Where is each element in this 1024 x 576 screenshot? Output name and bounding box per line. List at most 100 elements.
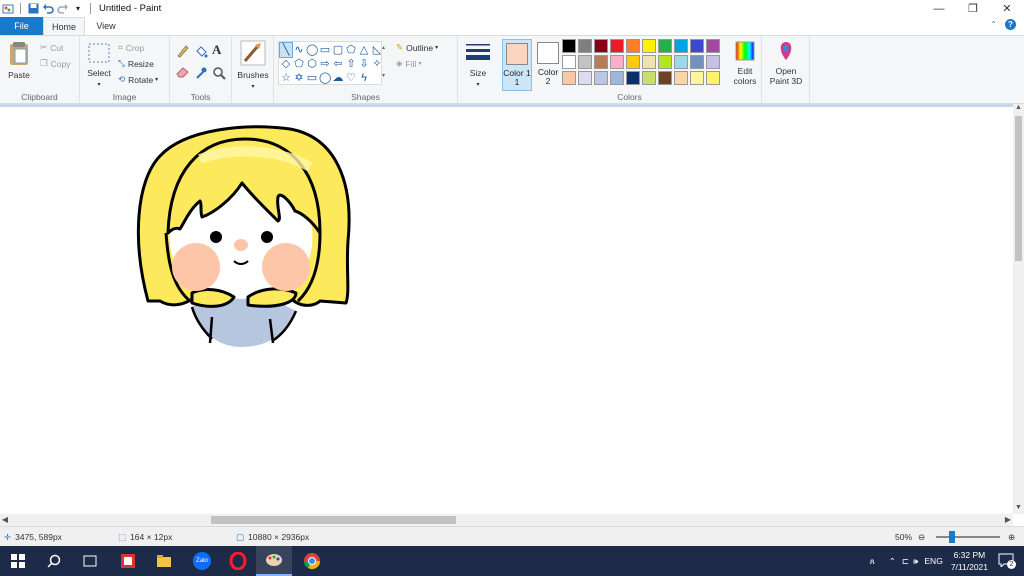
edit-colors-button[interactable]: Edit colors: [728, 40, 762, 86]
palette-color-28[interactable]: [690, 71, 704, 85]
palette-color-4[interactable]: [626, 39, 640, 53]
cloud-callout-shape[interactable]: ☁: [332, 71, 344, 85]
color1-button[interactable]: Color 1 1: [502, 39, 532, 91]
palette-color-20[interactable]: [562, 71, 576, 85]
six-point-star-shape[interactable]: ✡: [293, 71, 305, 85]
palette-color-3[interactable]: [610, 39, 624, 53]
volume-icon[interactable]: 🕪: [913, 556, 918, 567]
palette-color-22[interactable]: [594, 71, 608, 85]
collapse-ribbon-icon[interactable]: ⌃: [990, 20, 997, 29]
palette-color-14[interactable]: [626, 55, 640, 69]
palette-color-9[interactable]: [706, 39, 720, 53]
four-point-star-shape[interactable]: ✧: [371, 57, 383, 71]
palette-color-5[interactable]: [642, 39, 656, 53]
restore-button[interactable]: ❐: [956, 0, 990, 17]
zoom-slider-thumb[interactable]: [949, 531, 955, 543]
hexagon-shape[interactable]: ⬡: [306, 57, 318, 71]
tab-view[interactable]: View: [88, 17, 124, 35]
search-button[interactable]: [36, 546, 72, 576]
oval-callout-shape[interactable]: ◯: [319, 71, 331, 85]
network-icon[interactable]: ⊏: [902, 556, 909, 567]
palette-color-18[interactable]: [690, 55, 704, 69]
down-arrow-shape[interactable]: ⇩: [358, 57, 370, 71]
zoom-slider[interactable]: [936, 536, 1000, 538]
left-arrow-shape[interactable]: ⇦: [332, 57, 344, 71]
input-language[interactable]: ENG: [924, 556, 942, 566]
palette-color-13[interactable]: [610, 55, 624, 69]
copy-button[interactable]: ❐ Copy: [40, 58, 70, 69]
triangle-shape[interactable]: △: [358, 43, 370, 57]
palette-color-1[interactable]: [578, 39, 592, 53]
people-icon[interactable]: ጸ: [870, 556, 875, 567]
magnifier-tool[interactable]: [212, 66, 226, 80]
vertical-scroll-thumb[interactable]: [1015, 116, 1022, 261]
palette-color-11[interactable]: [578, 55, 592, 69]
zoom-out-button[interactable]: ⊖: [918, 527, 925, 547]
pencil-tool[interactable]: [176, 44, 190, 58]
help-icon[interactable]: ?: [1005, 19, 1016, 30]
fill-tool[interactable]: [194, 44, 208, 58]
customize-toolbar-icon[interactable]: ▾: [72, 3, 84, 15]
palette-color-10[interactable]: [562, 55, 576, 69]
taskbar-app-opera[interactable]: [220, 546, 256, 576]
eraser-tool[interactable]: [176, 66, 190, 78]
canvas-drawing-girl[interactable]: [130, 121, 360, 361]
start-button[interactable]: [0, 546, 36, 576]
palette-color-21[interactable]: [578, 71, 592, 85]
color2-button[interactable]: Color 2: [533, 39, 563, 91]
tab-file[interactable]: File: [0, 17, 43, 35]
redo-icon[interactable]: [57, 3, 69, 15]
taskbar-app-zalo[interactable]: Zalo: [184, 546, 220, 576]
resize-button[interactable]: ⤡ Resize: [118, 58, 154, 69]
fill-button[interactable]: ◈ Fill ▾: [396, 58, 421, 69]
palette-color-0[interactable]: [562, 39, 576, 53]
rounded-callout-shape[interactable]: ▭: [306, 71, 318, 85]
heart-shape[interactable]: ♡: [345, 71, 357, 85]
palette-color-6[interactable]: [658, 39, 672, 53]
palette-color-16[interactable]: [658, 55, 672, 69]
pentagon-shape[interactable]: ⬠: [293, 57, 305, 71]
horizontal-scrollbar[interactable]: ◀ ▶: [0, 514, 1013, 526]
palette-color-12[interactable]: [594, 55, 608, 69]
canvas-workspace[interactable]: [0, 104, 1013, 514]
oval-shape[interactable]: ◯: [306, 43, 318, 57]
paint-app-icon[interactable]: [2, 3, 14, 15]
text-tool[interactable]: A: [212, 42, 221, 58]
cut-button[interactable]: ✂ Cut: [40, 42, 63, 53]
palette-color-29[interactable]: [706, 71, 720, 85]
palette-color-27[interactable]: [674, 71, 688, 85]
color-picker-tool[interactable]: [194, 66, 208, 80]
up-arrow-shape[interactable]: ⇧: [345, 57, 357, 71]
horizontal-scroll-thumb[interactable]: [211, 516, 456, 524]
task-view-button[interactable]: [72, 546, 108, 576]
crop-button[interactable]: ⌗ Crop: [118, 42, 144, 53]
close-button[interactable]: ✕: [990, 0, 1024, 17]
scroll-left-arrow[interactable]: ◀: [0, 514, 10, 526]
taskbar-app-unikey[interactable]: [110, 546, 146, 576]
vertical-scrollbar[interactable]: ▲ ▼: [1013, 104, 1024, 514]
rectangle-shape[interactable]: ▭: [319, 43, 331, 57]
scroll-up-arrow[interactable]: ▲: [1013, 104, 1024, 114]
taskbar-app-paint[interactable]: [256, 546, 292, 576]
rounded-rectangle-shape[interactable]: ▢: [332, 43, 344, 57]
lightning-shape[interactable]: ϟ: [358, 71, 370, 85]
paste-button[interactable]: Paste: [4, 40, 34, 80]
notification-center-button[interactable]: 2: [998, 553, 1016, 569]
palette-color-7[interactable]: [674, 39, 688, 53]
zoom-in-button[interactable]: ⊕: [1008, 527, 1015, 547]
right-arrow-shape[interactable]: ⇨: [319, 57, 331, 71]
scroll-right-arrow[interactable]: ▶: [1003, 514, 1013, 526]
shapes-scroll-up[interactable]: ▴: [382, 44, 385, 51]
palette-color-26[interactable]: [658, 71, 672, 85]
scroll-down-arrow[interactable]: ▼: [1013, 504, 1024, 514]
diamond-shape[interactable]: ◇: [280, 57, 292, 71]
select-button[interactable]: Select ▾: [84, 42, 114, 88]
chevron-up-icon[interactable]: ⌃: [889, 556, 896, 567]
size-button[interactable]: Size ▾: [462, 42, 494, 88]
palette-color-23[interactable]: [610, 71, 624, 85]
open-paint3d-button[interactable]: Open Paint 3D: [766, 40, 806, 86]
minimize-button[interactable]: —: [922, 0, 956, 17]
palette-color-19[interactable]: [706, 55, 720, 69]
palette-color-24[interactable]: [626, 71, 640, 85]
save-icon[interactable]: [27, 3, 39, 15]
